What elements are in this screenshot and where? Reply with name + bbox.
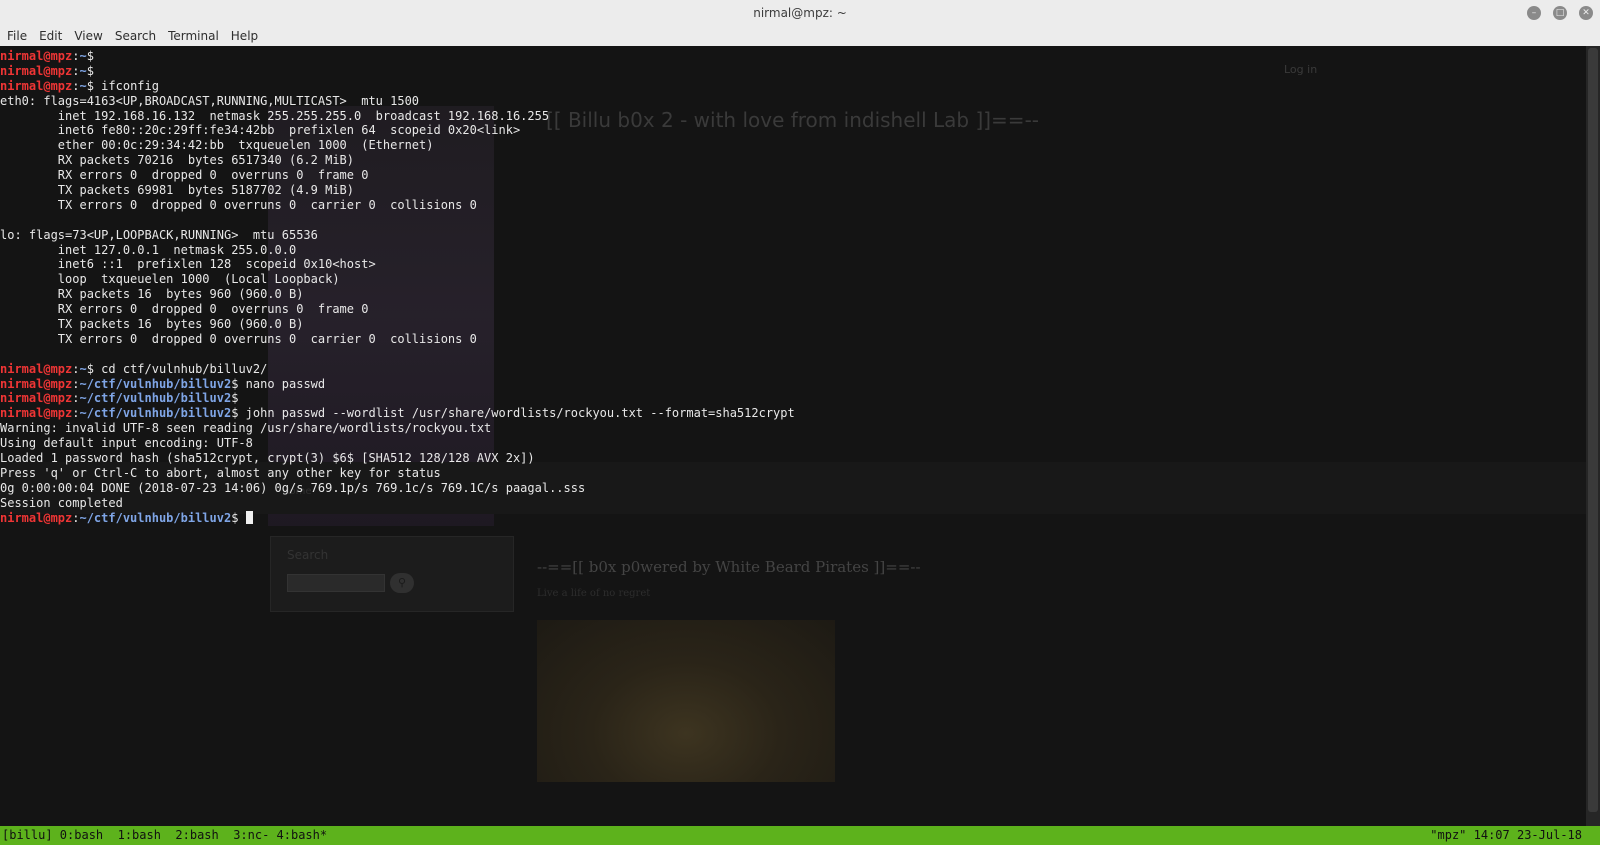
prompt-path: ~ [79, 63, 87, 78]
output-line: loop txqueuelen 1000 (Local Loopback) [0, 272, 340, 287]
prompt-user-host: nirmal@mpz [0, 49, 73, 63]
post-image [537, 620, 835, 782]
login-link: Log in [1284, 63, 1318, 76]
output-line: TX packets 16 bytes 960 (960.0 B) [0, 317, 304, 332]
search-icon: ⚲ [390, 573, 414, 593]
command-text: ifconfig [93, 78, 159, 93]
tmux-status-right: "mpz" 14:07 23-Jul-18 [1430, 828, 1582, 842]
prompt-path: ~ [79, 78, 87, 93]
prompt-user-host: nirmal@mpz [0, 376, 73, 391]
tmux-window-list: [billu] 0:bash 1:bash 2:bash 3:nc- 4:bas… [2, 828, 328, 842]
prompt-line: nirmal@mpz:~/ctf/vulnhub/billuv2$ [0, 391, 795, 406]
prompt-dollar: $ [86, 49, 94, 63]
prompt-line: nirmal@mpz:~$ ifconfig [0, 79, 795, 94]
output-line: ether 00:0c:29:34:42:bb txqueuelen 1000 … [0, 138, 434, 153]
tmux-status-bar: [billu] 0:bash 1:bash 2:bash 3:nc- 4:bas… [0, 826, 1600, 845]
prompt-user-host: nirmal@mpz [0, 510, 73, 525]
prompt-user-host: nirmal@mpz [0, 63, 73, 78]
close-icon[interactable]: ✕ [1579, 6, 1593, 20]
prompt-user-host: nirmal@mpz [0, 361, 73, 376]
menu-search[interactable]: Search [110, 26, 161, 46]
terminal-cursor[interactable] [245, 510, 253, 524]
output-line: inet 192.168.16.132 netmask 255.255.255.… [0, 108, 550, 123]
prompt-dollar: $ [231, 391, 239, 406]
output-line: Session completed [0, 495, 123, 510]
window-titlebar: nirmal@mpz: ~ – □ ✕ [0, 0, 1600, 27]
output-line: TX packets 69981 bytes 5187702 (4.9 MiB) [0, 183, 355, 198]
menu-edit[interactable]: Edit [34, 26, 67, 46]
prompt-line: nirmal@mpz:~/ctf/vulnhub/billuv2$ nano p… [0, 377, 795, 392]
output-line: eth0: flags=4163<UP,BROADCAST,RUNNING,MU… [0, 93, 420, 108]
output-line: RX packets 70216 bytes 6517340 (6.2 MiB) [0, 153, 355, 168]
prompt-path: ~/ctf/vulnhub/billuv2 [79, 376, 232, 391]
command-text: cd ctf/vulnhub/billuv2/ [93, 361, 268, 376]
prompt-dollar: $ [86, 361, 94, 376]
menu-view[interactable]: View [69, 26, 107, 46]
prompt-path: ~/ctf/vulnhub/billuv2 [79, 406, 232, 421]
prompt-user-host: nirmal@mpz [0, 391, 73, 406]
output-line: Using default input encoding: UTF-8 [0, 436, 253, 451]
prompt-path: ~ [79, 361, 87, 376]
prompt-path: ~/ctf/vulnhub/billuv2 [79, 510, 232, 525]
output-line: Warning: invalid UTF-8 seen reading /usr… [0, 421, 492, 436]
output-line: TX errors 0 dropped 0 overruns 0 carrier… [0, 197, 477, 212]
window-title: nirmal@mpz: ~ [753, 6, 847, 20]
output-line: inet6 ::1 prefixlen 128 scopeid 0x10<hos… [0, 257, 376, 272]
output-line: TX errors 0 dropped 0 overruns 0 carrier… [0, 331, 477, 346]
prompt-user-host: nirmal@mpz [0, 406, 73, 421]
output-line: RX packets 16 bytes 960 (960.0 B) [0, 287, 304, 302]
menu-help[interactable]: Help [226, 26, 263, 46]
search-field [287, 574, 385, 592]
search-widget [270, 536, 514, 612]
command-text: nano passwd [238, 376, 326, 391]
scrollbar-thumb[interactable] [1588, 48, 1598, 812]
search-label: Search [287, 548, 329, 562]
maximize-icon[interactable]: □ [1553, 6, 1567, 20]
output-line: 0g 0:00:00:04 DONE (2018-07-23 14:06) 0g… [0, 480, 586, 495]
prompt-line: nirmal@mpz:~/ctf/vulnhub/billuv2$ john p… [0, 406, 795, 421]
output-line: inet6 fe80::20c:29ff:fe34:42bb prefixlen… [0, 123, 521, 138]
output-line: RX errors 0 dropped 0 overruns 0 frame 0 [0, 168, 369, 183]
post-headline: --==[[ b0x p0wered by White Beard Pirate… [537, 558, 921, 576]
prompt-path: ~ [79, 49, 87, 63]
prompt-dollar: $ [86, 63, 94, 78]
prompt-line: nirmal@mpz:~$ [0, 64, 795, 79]
output-line: lo: flags=73<UP,LOOPBACK,RUNNING> mtu 65… [0, 227, 318, 242]
prompt-line: nirmal@mpz:~/ctf/vulnhub/billuv2$ [0, 510, 795, 526]
output-line: RX errors 0 dropped 0 overruns 0 frame 0 [0, 302, 369, 317]
prompt-line: nirmal@mpz:~$ cd ctf/vulnhub/billuv2/ [0, 362, 795, 377]
minimize-icon[interactable]: – [1527, 6, 1541, 20]
prompt-user-host: nirmal@mpz [0, 78, 73, 93]
terminal-view[interactable]: Log in [[ Billu b0x 2 - with love from i… [0, 46, 1600, 826]
prompt-dollar: $ [86, 78, 94, 93]
terminal-output: nirmal@mpz:~$ nirmal@mpz:~$ nirmal@mpz:~$ … [0, 49, 795, 526]
output-line: Loaded 1 password hash (sha512crypt, cry… [0, 451, 535, 466]
output-line: inet 127.0.0.1 netmask 255.0.0.0 [0, 242, 297, 257]
menu-file[interactable]: File [2, 26, 32, 46]
prompt-line: nirmal@mpz:~$ [0, 49, 795, 64]
prompt-path: ~/ctf/vulnhub/billuv2 [79, 391, 232, 406]
output-line: Press 'q' or Ctrl-C to abort, almost any… [0, 465, 441, 480]
menu-terminal[interactable]: Terminal [163, 26, 224, 46]
post-tagline: Live a life of no regret [537, 588, 651, 599]
menubar: File Edit View Search Terminal Help [0, 26, 1600, 46]
command-text [238, 511, 245, 525]
command-text: john passwd --wordlist /usr/share/wordli… [238, 406, 795, 421]
